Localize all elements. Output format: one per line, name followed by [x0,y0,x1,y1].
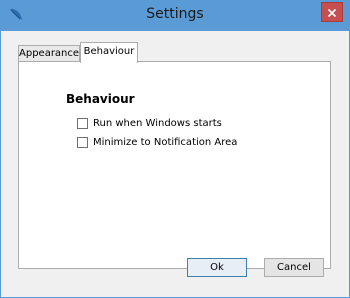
behaviour-panel: Behaviour Run when Windows starts Minimi… [18,61,331,269]
close-button[interactable] [321,2,343,22]
close-icon [327,3,337,22]
run-at-startup-option[interactable]: Run when Windows starts [77,116,222,130]
tab-behaviour[interactable]: Behaviour [80,42,138,63]
settings-window: Settings Appearance Behaviour Behaviour … [0,0,350,298]
dialog-client-area: Appearance Behaviour Behaviour Run when … [7,31,343,291]
window-title: Settings [146,6,204,22]
ok-button[interactable]: Ok [187,258,247,277]
run-at-startup-checkbox[interactable] [77,117,88,129]
run-at-startup-label: Run when Windows starts [93,117,222,129]
minimize-to-tray-option[interactable]: Minimize to Notification Area [77,135,237,149]
cancel-button[interactable]: Cancel [264,258,324,277]
minimize-to-tray-label: Minimize to Notification Area [93,136,238,148]
tab-appearance[interactable]: Appearance [18,45,80,62]
minimize-to-tray-checkbox[interactable] [77,136,88,148]
section-heading: Behaviour [66,92,135,106]
title-bar[interactable]: Settings [1,1,349,31]
